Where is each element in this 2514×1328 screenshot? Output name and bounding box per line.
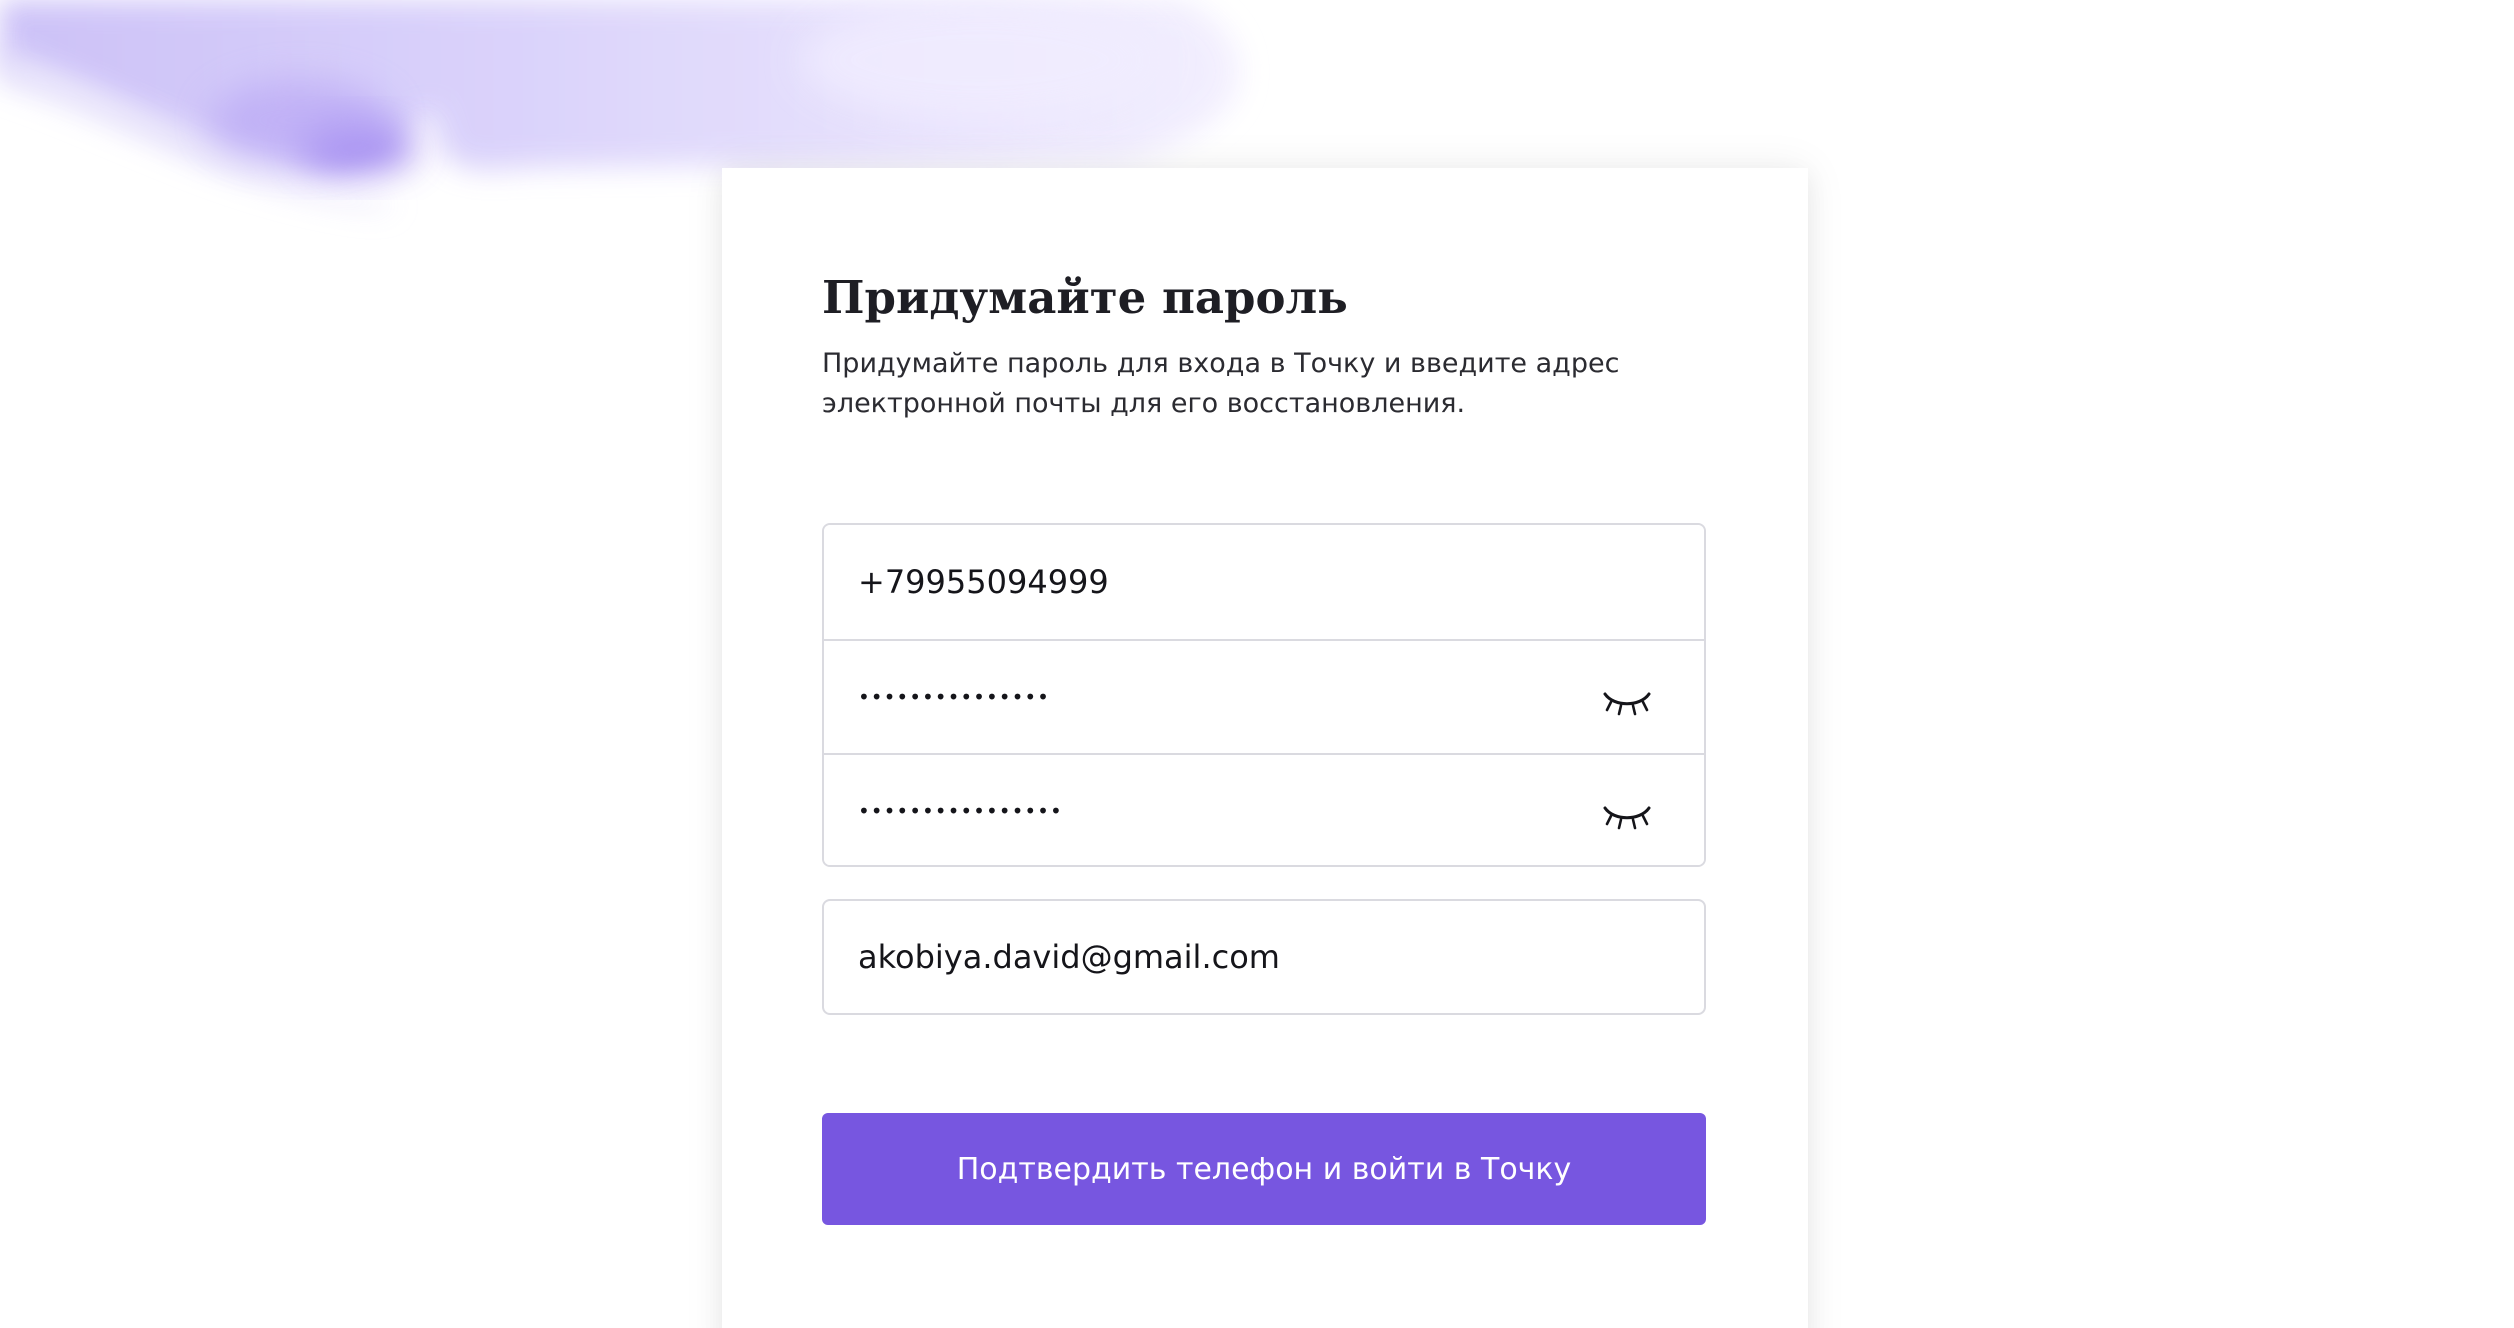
confirm-phone-login-button[interactable]: Подтвердить телефон и войти в Точку <box>822 1113 1706 1225</box>
password-value: ••••••••••••••• <box>858 685 1050 709</box>
password-field[interactable]: ••••••••••••••• <box>824 639 1704 753</box>
credentials-field-group: +79955094999 ••••••••••••••• •••••••••••… <box>822 523 1706 867</box>
page-title: Придумайте пароль <box>822 271 1348 324</box>
page: Придумайте пароль Придумайте пароль для … <box>0 0 2514 1328</box>
email-value: akobiya.david@gmail.com <box>858 938 1280 976</box>
password-confirm-value: •••••••••••••••• <box>858 799 1063 823</box>
email-field[interactable]: akobiya.david@gmail.com <box>822 899 1706 1015</box>
page-description: Придумайте пароль для входа в Точку и вв… <box>822 348 1620 419</box>
phone-value: +79955094999 <box>858 563 1109 601</box>
eye-closed-icon[interactable] <box>1602 687 1652 721</box>
password-confirm-field[interactable]: •••••••••••••••• <box>824 753 1704 865</box>
eye-closed-icon[interactable] <box>1602 801 1652 835</box>
phone-field[interactable]: +79955094999 <box>824 525 1704 639</box>
password-form-card: Придумайте пароль Придумайте пароль для … <box>722 168 1808 1328</box>
